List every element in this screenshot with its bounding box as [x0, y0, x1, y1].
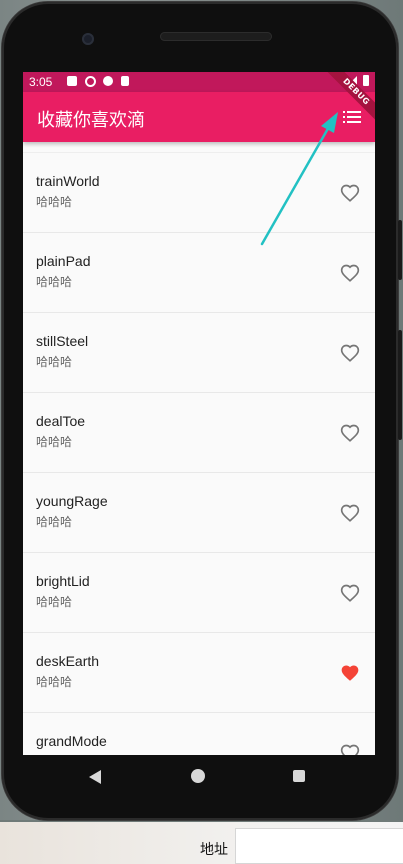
list-item-title: deskEarth: [36, 653, 100, 669]
back-icon[interactable]: [89, 770, 101, 784]
address-bar: 地址: [0, 822, 403, 864]
heart-outline-icon[interactable]: [340, 743, 360, 755]
list-item-title: grandMode: [36, 733, 107, 749]
heart-outline-icon[interactable]: [340, 503, 360, 523]
address-label: 地址: [200, 842, 228, 858]
list-item[interactable]: stillSteel 哈哈哈: [23, 313, 375, 393]
list-item[interactable]: grandMode哈哈哈: [23, 713, 375, 755]
list-item[interactable]: deskEarth 哈哈哈: [23, 633, 375, 713]
heart-filled-icon[interactable]: [340, 663, 360, 683]
list-item-title: youngRage: [36, 493, 108, 509]
list-item-subtitle: 哈哈哈: [36, 595, 73, 609]
heart-outline-icon[interactable]: [340, 583, 360, 603]
list-item[interactable]: brightLid 哈哈哈: [23, 553, 375, 633]
address-input[interactable]: [235, 828, 403, 864]
home-icon[interactable]: [191, 769, 205, 783]
heart-outline-icon[interactable]: [340, 343, 360, 363]
annotation-arrow: [260, 112, 338, 246]
list-item-title: stillSteel: [36, 333, 89, 349]
list-item-subtitle: 哈哈哈: [36, 355, 73, 369]
list-item[interactable]: youngRage 哈哈哈: [23, 473, 375, 553]
recents-icon[interactable]: [293, 770, 305, 782]
power-button: [398, 330, 402, 440]
list-item-title: brightLid: [36, 573, 90, 589]
heart-outline-icon[interactable]: [340, 423, 360, 443]
list-item-title: dealToe: [36, 413, 86, 429]
list-item-subtitle: 哈哈哈: [36, 435, 73, 449]
list-item[interactable]: dealToe 哈哈哈: [23, 393, 375, 473]
navigation-bar: [23, 755, 375, 799]
list-item-subtitle: 哈哈哈: [36, 675, 73, 689]
list-item-subtitle: 哈哈哈: [36, 515, 73, 529]
